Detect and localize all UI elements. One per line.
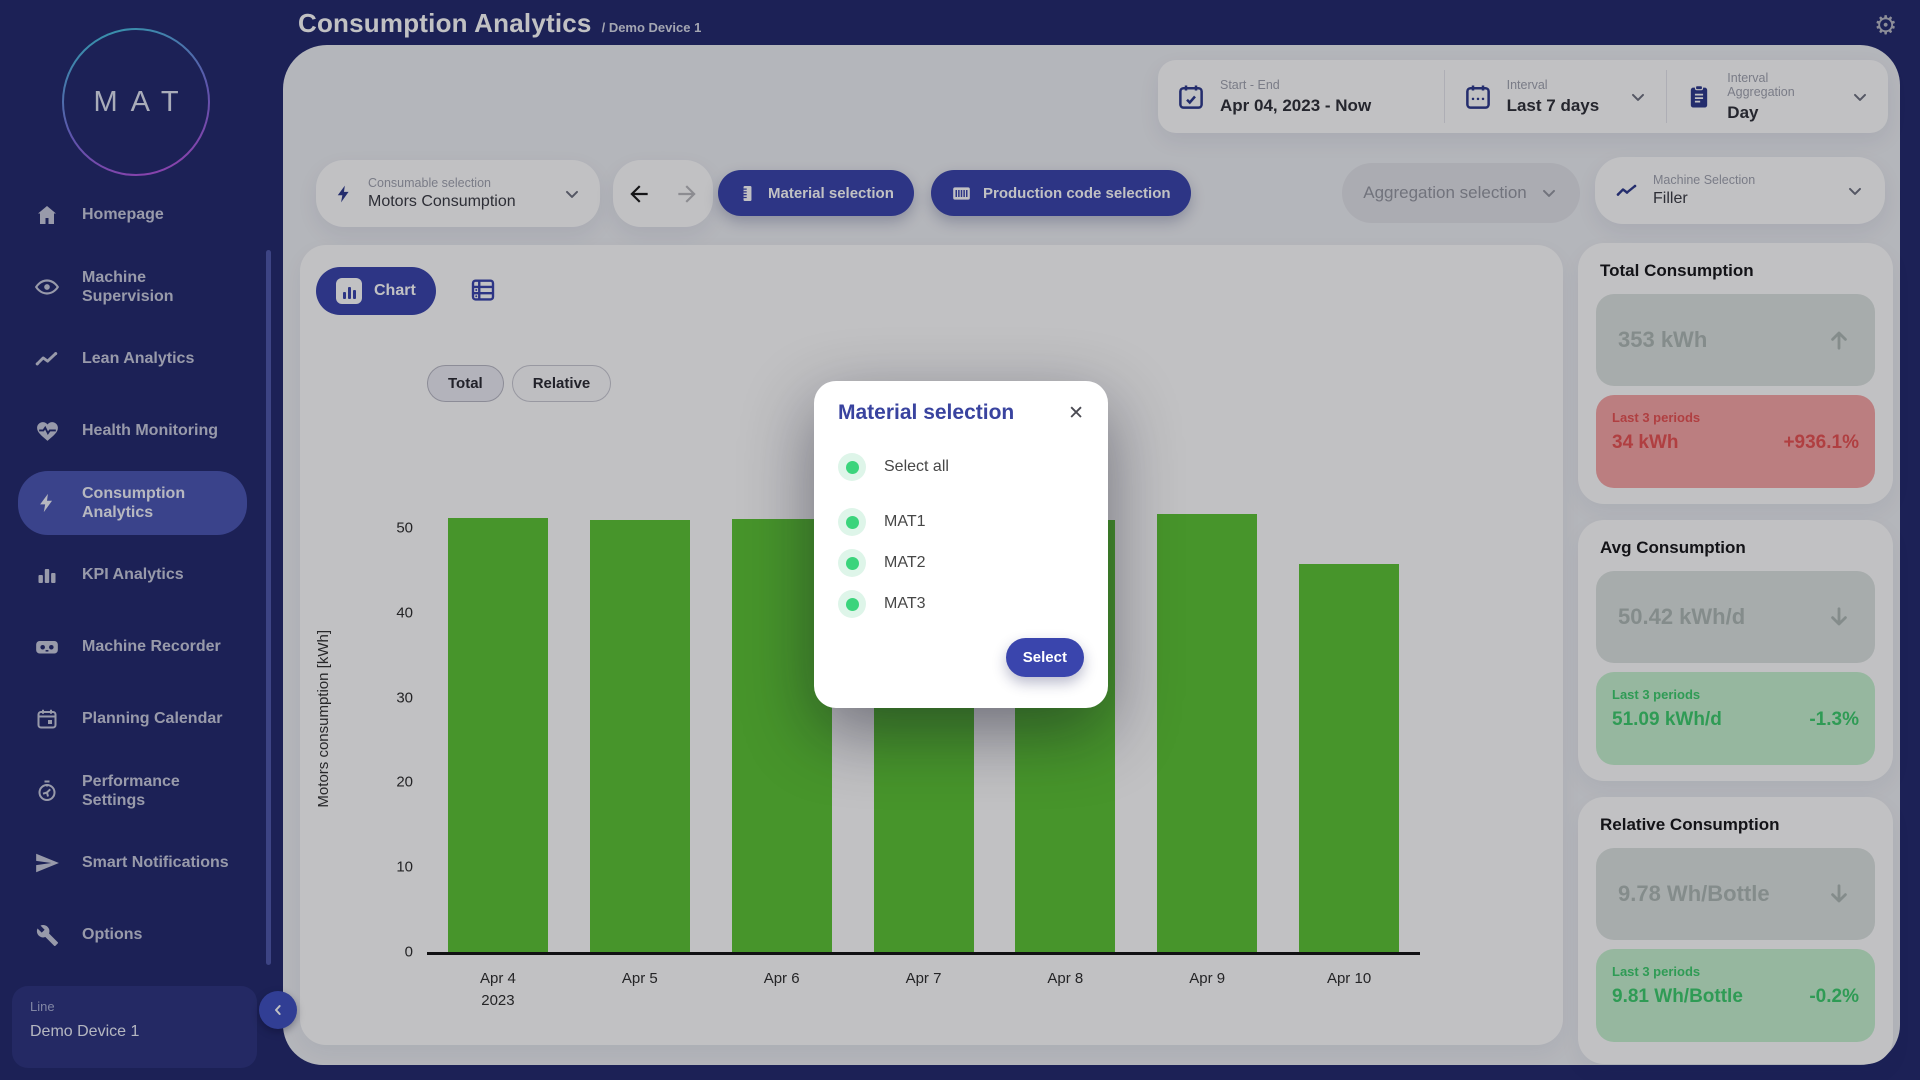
modal-title: Material selection xyxy=(838,401,1014,425)
toggle-on-icon xyxy=(838,508,866,536)
material-option-label: MAT2 xyxy=(884,554,925,572)
material-option-mat1[interactable]: MAT1 xyxy=(838,505,1084,539)
select-button[interactable]: Select xyxy=(1006,638,1084,677)
material-option-label: MAT1 xyxy=(884,513,925,531)
material-option-mat2[interactable]: MAT2 xyxy=(838,546,1084,580)
toggle-on-icon xyxy=(838,590,866,618)
material-options: MAT1 MAT2 MAT3 xyxy=(838,505,1084,621)
toggle-on-icon xyxy=(838,549,866,577)
material-option-mat3[interactable]: MAT3 xyxy=(838,587,1084,621)
select-all-toggle[interactable]: Select all xyxy=(838,453,1084,481)
close-icon[interactable]: ✕ xyxy=(1068,404,1084,423)
material-option-label: MAT3 xyxy=(884,595,925,613)
material-selection-modal: Material selection ✕ Select all MAT1 MAT… xyxy=(814,381,1108,708)
app: Consumption Analytics / Demo Device 1 ⚙ … xyxy=(0,0,1920,1080)
select-all-label: Select all xyxy=(884,458,949,476)
toggle-on-icon xyxy=(838,453,866,481)
